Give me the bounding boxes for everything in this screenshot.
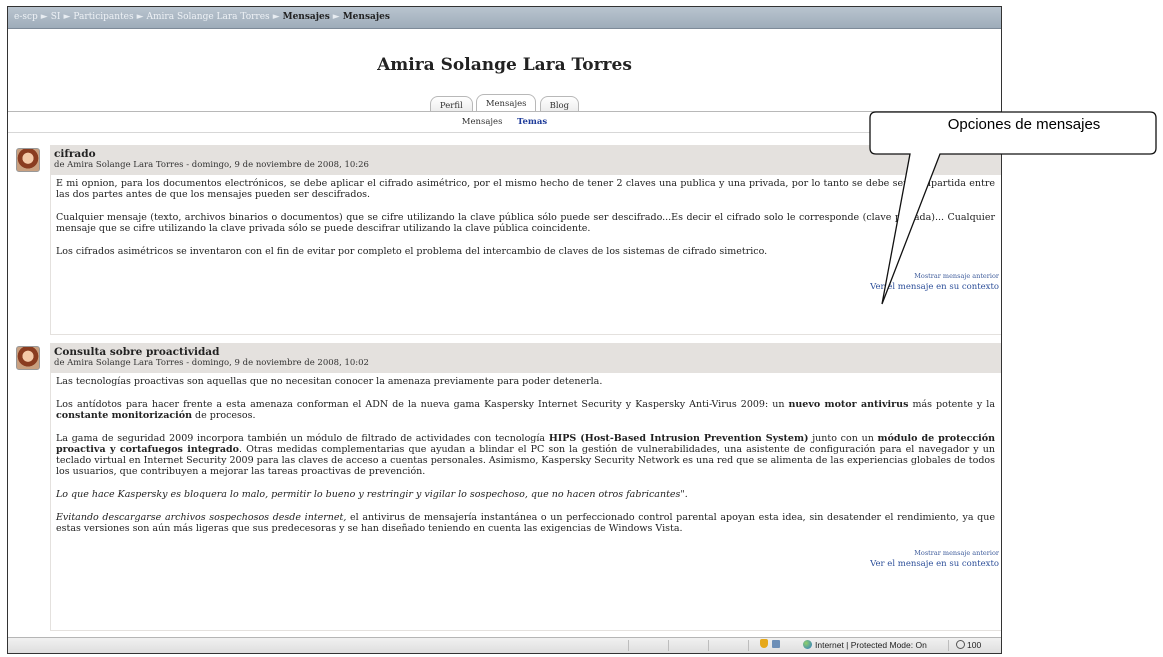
status-divider <box>748 640 749 651</box>
profile-tabs: Perfil Mensajes Blog <box>8 93 1001 112</box>
post-subject: cifrado <box>54 148 96 160</box>
view-in-context-link[interactable]: Ver el mensaje en su contexto <box>56 281 999 294</box>
sub-tabs: Mensajes Temas <box>8 117 1001 127</box>
security-zone-label: Internet | Protected Mode: On <box>815 640 927 650</box>
breadcrumb-separator: ► <box>272 12 280 22</box>
post-paragraph: Los antídotos para hacer frente a esta a… <box>56 399 995 421</box>
breadcrumb-separator: ► <box>332 12 340 22</box>
post-paragraph: Los cifrados asimétricos se inventaron c… <box>56 246 768 257</box>
breadcrumb-separator: ► <box>136 12 144 22</box>
status-bar: Internet | Protected Mode: On 100 <box>8 637 1001 653</box>
breadcrumb-link-mensajes[interactable]: Mensajes <box>283 12 330 22</box>
post-paragraph: Las tecnologías proactivas son aquellas … <box>56 376 603 387</box>
status-divider <box>628 640 629 651</box>
avatar[interactable] <box>16 346 40 370</box>
post-author: de Amira Solange Lara Torres - domingo, … <box>54 358 369 368</box>
post-subject: Consulta sobre proactividad <box>54 346 220 358</box>
tab-blog[interactable]: Blog <box>539 96 580 112</box>
post-header: cifrado de Amira Solange Lara Torres - d… <box>50 145 1001 175</box>
breadcrumb-link-si[interactable]: SI <box>51 12 61 22</box>
status-divider <box>708 640 709 651</box>
status-icons <box>760 639 786 651</box>
post-paragraph: E mi opnion, para los documentos electró… <box>56 178 995 200</box>
post-paragraph: Lo que hace Kaspersky es bloquera lo mal… <box>56 489 688 500</box>
tab-perfil[interactable]: Perfil <box>429 96 473 112</box>
security-zone[interactable]: Internet | Protected Mode: On <box>803 640 927 650</box>
forum-post: cifrado de Amira Solange Lara Torres - d… <box>12 145 1001 335</box>
protected-mode-icon <box>772 640 780 648</box>
subtab-mensajes: Mensajes <box>461 117 503 127</box>
post-paragraph: La gama de seguridad 2009 incorpora tamb… <box>56 433 995 477</box>
globe-icon <box>803 640 812 649</box>
callout-text: Opciones de mensajes <box>947 116 1101 133</box>
browser-window: e-scp ► SI ► Participantes ► Amira Solange Lar… <box>7 6 1002 654</box>
breadcrumb-link-user[interactable]: Amira Solange Lara Torres <box>147 12 270 22</box>
zoom-level: 100 <box>967 640 982 650</box>
post-paragraph: Evitando descargarse archivos sospechoso… <box>56 512 996 534</box>
post-header: Consulta sobre proactividad de Amira Sol… <box>50 343 1001 373</box>
show-previous-link[interactable]: Mostrar mensaje anterior <box>56 271 999 281</box>
post-options: Mostrar mensaje anterior Ver el mensaje … <box>56 548 1001 571</box>
breadcrumb-link-escp[interactable]: e-scp <box>14 12 38 22</box>
security-shield-icon[interactable] <box>760 639 768 648</box>
breadcrumb-separator: ► <box>40 12 48 22</box>
post-author: de Amira Solange Lara Torres - domingo, … <box>54 160 369 170</box>
subtab-temas[interactable]: Temas <box>517 117 547 127</box>
status-divider <box>668 640 669 651</box>
zoom-control[interactable]: 100 <box>956 640 981 650</box>
status-divider <box>948 640 949 651</box>
page-title: Amira Solange Lara Torres <box>377 55 632 75</box>
show-previous-link[interactable]: Mostrar mensaje anterior <box>56 548 999 558</box>
post-options: Mostrar mensaje anterior Ver el mensaje … <box>56 271 1001 294</box>
post-body: Las tecnologías proactivas son aquellas … <box>50 373 1001 631</box>
subtab-divider <box>8 132 1001 133</box>
forum-post: Consulta sobre proactividad de Amira Sol… <box>12 343 1001 631</box>
breadcrumb-link-participantes[interactable]: Participantes <box>73 12 133 22</box>
post-paragraph: Cualquier mensaje (texto, archivos binar… <box>56 212 995 234</box>
breadcrumb: e-scp ► SI ► Participantes ► Amira Solange Lar… <box>8 7 1001 29</box>
post-body: E mi opnion, para los documentos electró… <box>50 175 1001 335</box>
tab-divider <box>8 111 1001 112</box>
view-in-context-link[interactable]: Ver el mensaje en su contexto <box>56 558 999 571</box>
tab-mensajes[interactable]: Mensajes <box>475 94 537 112</box>
breadcrumb-current: Mensajes <box>342 12 390 22</box>
avatar[interactable] <box>16 148 40 172</box>
zoom-icon <box>956 640 965 649</box>
breadcrumb-separator: ► <box>63 12 71 22</box>
